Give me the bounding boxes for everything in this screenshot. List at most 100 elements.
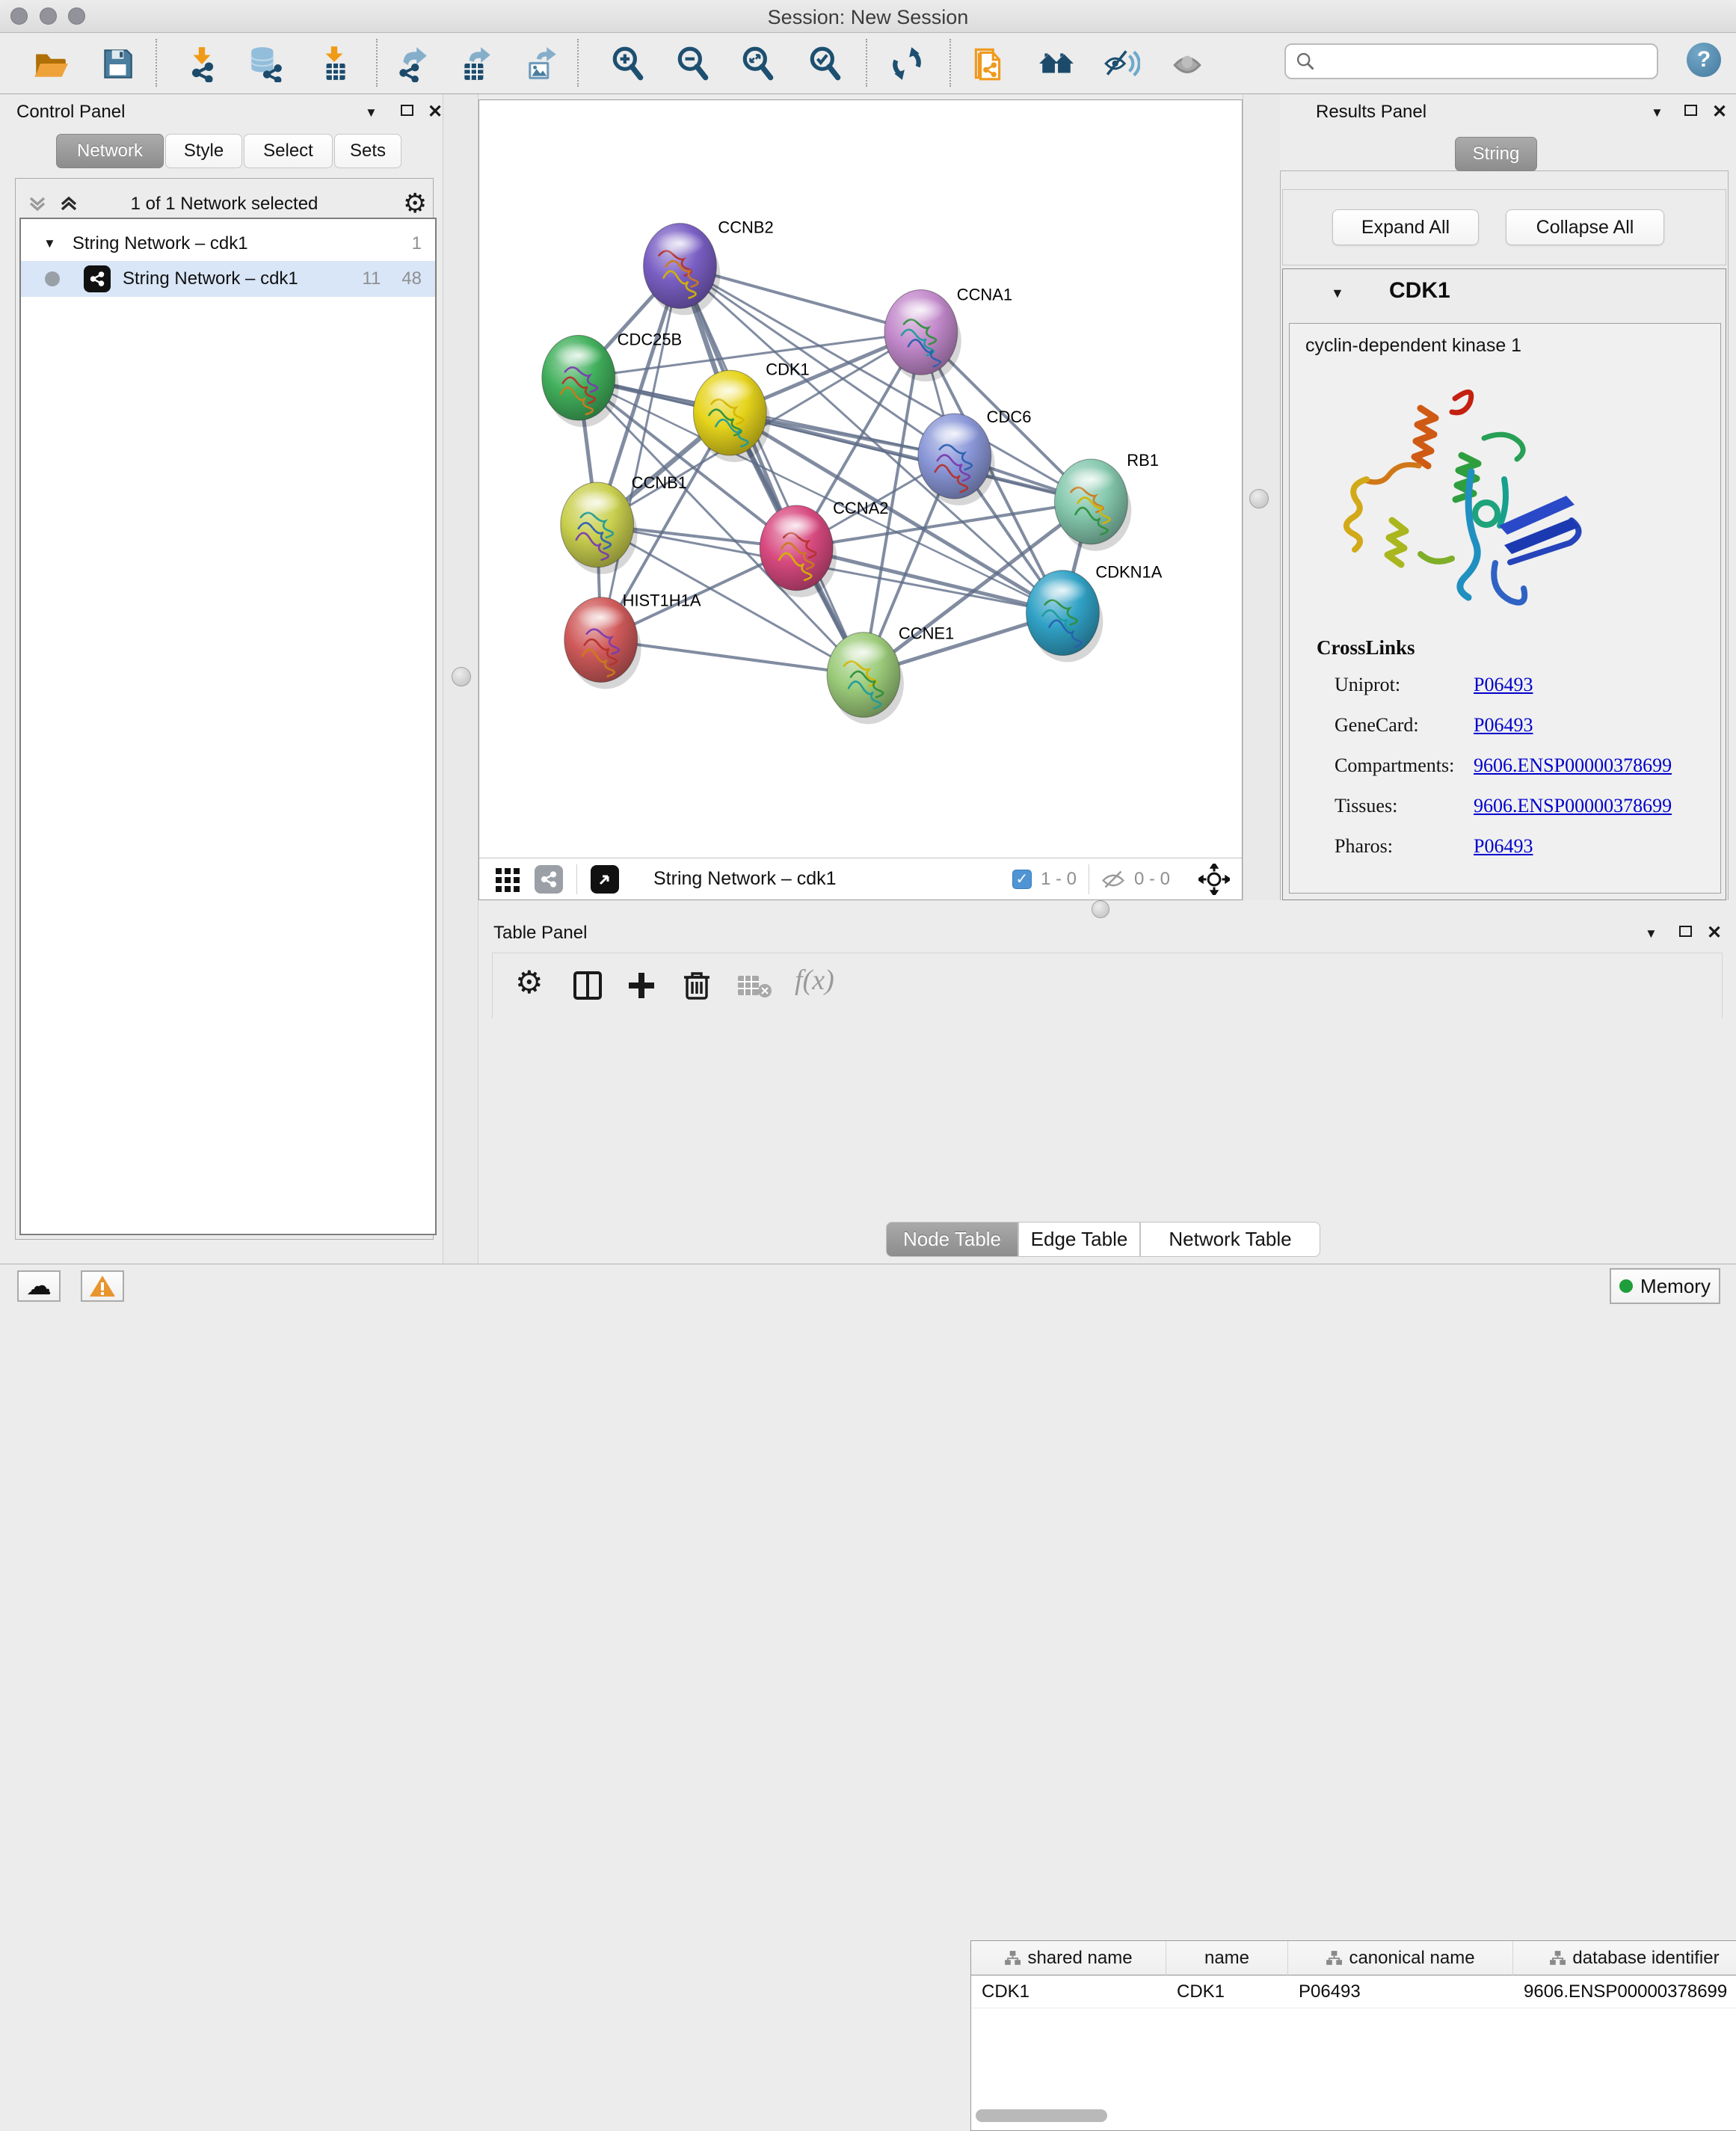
left-splitter[interactable] — [443, 94, 478, 1264]
panel-menu-icon[interactable]: ▼ — [1651, 106, 1663, 119]
delete-table-icon[interactable] — [736, 974, 772, 998]
tab-style[interactable]: Style — [165, 134, 242, 168]
panel-float-icon[interactable] — [1684, 105, 1697, 116]
zoom-fit-icon[interactable] — [739, 44, 778, 83]
bottom-splitter-grip[interactable] — [1092, 900, 1109, 918]
crosslink-compartments-link[interactable]: 9606.ENSP00000378699 — [1474, 754, 1672, 777]
tab-select[interactable]: Select — [244, 134, 333, 168]
gene-expander-icon[interactable]: ▼ — [1331, 286, 1344, 301]
network-selection-summary: 1 of 1 Network selected — [16, 194, 433, 215]
svg-text:CDK1: CDK1 — [766, 360, 810, 378]
window-title: Session: New Session — [0, 6, 1736, 29]
network-canvas[interactable]: CCNB2CCNA1CDC25BCDK1CDC6RB1CCNB1CCNA2CDK… — [479, 100, 1242, 858]
panel-close-icon[interactable]: ✕ — [1712, 103, 1727, 121]
crosslink-uniprot-link[interactable]: P06493 — [1474, 674, 1533, 696]
zoom-selected-icon[interactable] — [806, 44, 845, 83]
search-input[interactable] — [1284, 43, 1658, 79]
results-buttons-bar: Expand All Collapse All — [1282, 189, 1726, 265]
network-thumbnail-icon[interactable] — [535, 865, 563, 894]
selected-count-badge: 1 - 0 — [1041, 869, 1077, 890]
export-table-icon[interactable] — [458, 44, 496, 83]
grid-view-icon[interactable] — [494, 865, 523, 894]
warning-icon — [89, 1274, 116, 1298]
tree-row-network[interactable]: String Network – cdk1 11 48 — [21, 261, 435, 297]
panel-close-icon[interactable]: ✕ — [1707, 924, 1722, 942]
import-table-icon[interactable] — [315, 44, 354, 83]
warnings-button[interactable] — [81, 1270, 124, 1302]
help-button[interactable]: ? — [1687, 43, 1721, 77]
tab-string[interactable]: String — [1455, 137, 1537, 171]
birdseye-toggle-icon[interactable] — [1198, 864, 1230, 895]
expand-all-button[interactable]: Expand All — [1332, 209, 1479, 245]
tab-network-table[interactable]: Network Table — [1140, 1222, 1320, 1257]
table-toolbar: ⚙ f(x) — [492, 953, 1723, 1018]
tree-network-label: String Network – cdk1 — [123, 268, 298, 289]
gear-icon[interactable]: ⚙ — [403, 188, 427, 219]
network-view-panel: CCNB2CCNA1CDC25BCDK1CDC6RB1CCNB1CCNA2CDK… — [478, 99, 1243, 900]
panel-float-icon[interactable] — [401, 105, 413, 116]
open-file-icon[interactable] — [31, 44, 70, 83]
panel-menu-icon[interactable]: ▼ — [1645, 927, 1657, 940]
toolbar-separator — [376, 39, 378, 87]
right-splitter-grip[interactable] — [1249, 489, 1269, 508]
table-settings-gear-icon[interactable]: ⚙ — [515, 964, 544, 1000]
zoom-out-icon[interactable] — [674, 44, 712, 83]
column-header[interactable]: database identifier — [1513, 1941, 1736, 1975]
memory-button[interactable]: Memory — [1610, 1268, 1720, 1304]
save-file-icon[interactable] — [98, 44, 137, 83]
selected-checkbox-icon[interactable]: ✓ — [1012, 870, 1032, 889]
tab-network[interactable]: Network — [56, 134, 164, 168]
export-image-icon[interactable] — [523, 44, 562, 83]
panel-menu-icon[interactable]: ▼ — [365, 106, 378, 119]
refresh-icon[interactable] — [887, 44, 926, 83]
table-panel-title: Table Panel — [493, 923, 587, 944]
crosslink-pharos-link[interactable]: P06493 — [1474, 835, 1533, 858]
column-header[interactable]: name — [1166, 1941, 1288, 1975]
control-panel-title: Control Panel — [16, 102, 125, 123]
collapse-all-button[interactable]: Collapse All — [1506, 209, 1664, 245]
svg-text:CDKN1A: CDKN1A — [1095, 563, 1162, 582]
gene-description: cyclin-dependent kinase 1 — [1305, 335, 1521, 357]
crosslink-genecard-link[interactable]: P06493 — [1474, 714, 1533, 737]
panel-close-icon[interactable]: ✕ — [428, 103, 443, 121]
function-builder-icon[interactable]: f(x) — [795, 964, 834, 997]
tab-sets[interactable]: Sets — [334, 134, 401, 168]
right-splitter[interactable] — [1243, 94, 1280, 900]
left-splitter-grip[interactable] — [452, 667, 471, 686]
show-columns-icon[interactable] — [572, 970, 603, 1001]
show-eye-icon[interactable] — [1168, 44, 1207, 83]
status-bar: ☁ Memory — [0, 1264, 1736, 1311]
home-icon[interactable] — [1037, 44, 1076, 83]
results-panel-title: Results Panel — [1316, 102, 1426, 123]
tab-edge-table[interactable]: Edge Table — [1018, 1222, 1140, 1257]
zoom-in-icon[interactable] — [609, 44, 647, 83]
tree-expander-icon[interactable]: ▼ — [43, 236, 56, 251]
panel-float-icon[interactable] — [1679, 926, 1692, 937]
network-view-statusbar: String Network – cdk1 ✓ 1 - 0 0 - 0 — [479, 858, 1242, 900]
control-panel: Control Panel ▼ ✕ Network Style Select S… — [9, 94, 443, 1264]
hidden-count-badge: 0 - 0 — [1134, 869, 1170, 890]
table-row[interactable]: CDK1 CDK1 P06493 9606.ENSP00000378699 cy… — [971, 1975, 1736, 2008]
detach-view-icon[interactable] — [591, 865, 619, 894]
import-network-icon[interactable] — [182, 44, 221, 83]
svg-text:CCNB1: CCNB1 — [632, 473, 687, 492]
network-tree: ▼ String Network – cdk1 1 String Network… — [19, 218, 437, 1235]
column-header[interactable]: shared name — [971, 1941, 1166, 1975]
bottom-splitter[interactable] — [478, 900, 1736, 920]
delete-column-trash-icon[interactable] — [681, 968, 712, 1001]
svg-text:RB1: RB1 — [1127, 451, 1159, 470]
column-header[interactable]: canonical name — [1288, 1941, 1513, 1975]
hide-eye-icon[interactable] — [1102, 44, 1141, 83]
svg-text:CCNE1: CCNE1 — [899, 624, 954, 643]
search-icon — [1295, 51, 1316, 72]
cloud-button[interactable]: ☁ — [17, 1270, 61, 1302]
string-document-icon[interactable] — [969, 44, 1008, 83]
add-column-icon[interactable] — [626, 970, 657, 1001]
import-network-database-icon[interactable] — [246, 44, 285, 83]
crosslink-label: GeneCard: — [1335, 714, 1419, 737]
export-network-icon[interactable] — [393, 44, 432, 83]
crosslink-tissues-link[interactable]: 9606.ENSP00000378699 — [1474, 795, 1672, 817]
tree-row-collection[interactable]: ▼ String Network – cdk1 1 — [21, 227, 435, 261]
horizontal-scrollbar[interactable] — [976, 2109, 1107, 2122]
tab-node-table[interactable]: Node Table — [886, 1222, 1018, 1257]
